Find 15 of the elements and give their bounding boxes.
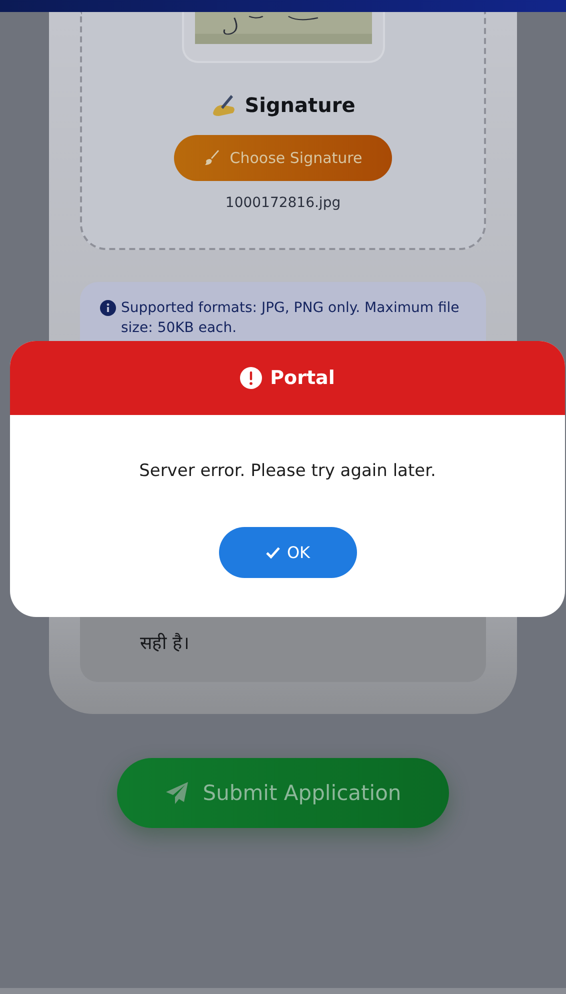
ok-button[interactable]: OK	[218, 527, 356, 578]
send-icon	[164, 781, 189, 805]
dialog-title: Portal	[270, 367, 335, 389]
dialog-message: Server error. Please try again later.	[139, 461, 436, 481]
declaration-text: सही है।	[140, 632, 191, 654]
info-text: Supported formats: JPG, PNG only. Maximum file size: 50KB each.	[121, 299, 460, 338]
file-name: 1000172816.jpg	[225, 195, 341, 211]
check-icon	[264, 544, 281, 560]
submit-button[interactable]: Submit Application	[117, 758, 449, 828]
choose-signature-button[interactable]: Choose Signature	[174, 135, 392, 181]
alert-icon	[240, 367, 262, 389]
writing-hand-icon	[210, 93, 237, 117]
section-heading: Signature	[244, 93, 356, 117]
info-icon	[100, 300, 116, 316]
brush-icon	[204, 150, 220, 166]
